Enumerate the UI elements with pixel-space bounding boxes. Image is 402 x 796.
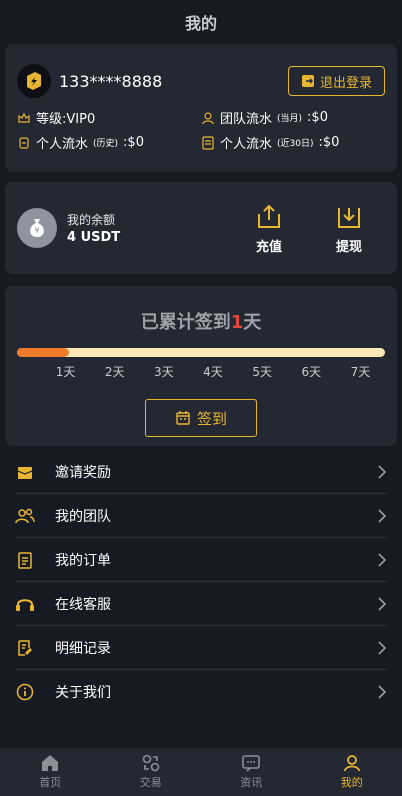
- day-label: 6天: [301, 365, 322, 379]
- avatar[interactable]: [17, 64, 51, 98]
- news-icon: [242, 755, 261, 772]
- stat-personal-30: 个人流水 (近30日):$0: [201, 133, 385, 152]
- brand-logo-icon: [27, 72, 41, 90]
- day-label: 5天: [252, 365, 272, 379]
- chevron-right-icon: [378, 685, 387, 699]
- checkin-days: 1天 2天 3天 4天 5天 6天 7天: [17, 363, 385, 380]
- chevron-right-icon: [378, 464, 387, 479]
- day-label: 3天: [154, 365, 174, 379]
- checkin-card: 已累计签到1天 1天 2天 3天 4天 5天 6天 7天 签到: [5, 286, 397, 446]
- chevron-right-icon: [378, 508, 387, 523]
- tab-trade[interactable]: 交易: [101, 748, 202, 796]
- tab-mine[interactable]: 我的: [302, 748, 402, 796]
- day-label: 4天: [203, 365, 223, 379]
- gift-box-icon: [15, 462, 35, 482]
- info-icon: [15, 682, 35, 702]
- menu-item-about[interactable]: 关于我们: [15, 670, 387, 714]
- day-label: 7天: [350, 365, 371, 379]
- stat-team-flow: 团队流水 (当月):$0: [201, 108, 385, 127]
- balance-card: ¥ 我的余额 4 USDT 充值 提现: [5, 182, 397, 274]
- record-icon: [15, 638, 35, 658]
- page-title: 我的: [184, 14, 217, 33]
- menu-list: 邀请奖励 我的团队 我的订单 在线客服 明细记录 关于我们: [0, 450, 402, 714]
- money-bag-icon: ¥: [17, 208, 57, 248]
- menu-item-team[interactable]: 我的团队: [15, 494, 387, 538]
- user-phone: 133****8888: [59, 71, 163, 91]
- order-icon: [15, 550, 35, 570]
- checkin-progress-bar: [17, 348, 385, 357]
- stat-personal-flow: 个人流水 (历史):$0: [17, 133, 201, 152]
- day-label: 1天: [55, 365, 76, 379]
- page-header: 我的: [0, 0, 402, 44]
- day-label: 2天: [104, 365, 125, 379]
- tab-home[interactable]: 首页: [0, 748, 101, 796]
- chevron-right-icon: [378, 640, 387, 655]
- menu-item-orders[interactable]: 我的订单: [15, 538, 387, 582]
- checkin-title: 已累计签到1天: [140, 312, 262, 333]
- svg-text:¥: ¥: [34, 226, 39, 235]
- download-icon: [338, 207, 360, 228]
- trade-icon: [142, 754, 160, 772]
- chevron-right-icon: [378, 596, 387, 611]
- wallet-icon: [19, 136, 29, 149]
- logout-icon: [301, 75, 314, 87]
- balance-value: 4 USDT: [67, 230, 121, 245]
- menu-item-invite[interactable]: 邀请奖励: [15, 450, 387, 494]
- balance-label: 我的余额: [67, 213, 116, 227]
- stat-level: 等级:VIP0: [17, 108, 201, 127]
- crown-icon: [18, 112, 30, 123]
- tab-news[interactable]: 资讯: [201, 748, 302, 796]
- checkin-progress-fill: [17, 348, 69, 357]
- chevron-right-icon: [378, 552, 387, 567]
- upload-icon: [258, 204, 280, 228]
- deposit-button[interactable]: 充值: [239, 202, 299, 255]
- user-icon: [343, 755, 360, 772]
- user-icon: [202, 111, 214, 124]
- logout-label: 退出登录: [319, 75, 372, 91]
- withdraw-button[interactable]: 提现: [319, 202, 379, 255]
- menu-item-records[interactable]: 明细记录: [15, 626, 387, 670]
- calendar-icon: [176, 411, 190, 425]
- profile-card: 133****8888 退出登录 等级:VIP0 团队流水 (当月):$0 个…: [5, 44, 397, 172]
- team-icon: [15, 506, 35, 526]
- home-icon: [42, 755, 59, 771]
- bottom-tab-bar: 首页 交易 资讯 我的: [0, 748, 402, 796]
- checkin-button[interactable]: 签到: [145, 399, 257, 437]
- menu-item-service[interactable]: 在线客服: [15, 582, 387, 626]
- document-icon: [202, 135, 214, 150]
- logout-button[interactable]: 退出登录: [288, 66, 385, 96]
- headset-icon: [15, 594, 35, 614]
